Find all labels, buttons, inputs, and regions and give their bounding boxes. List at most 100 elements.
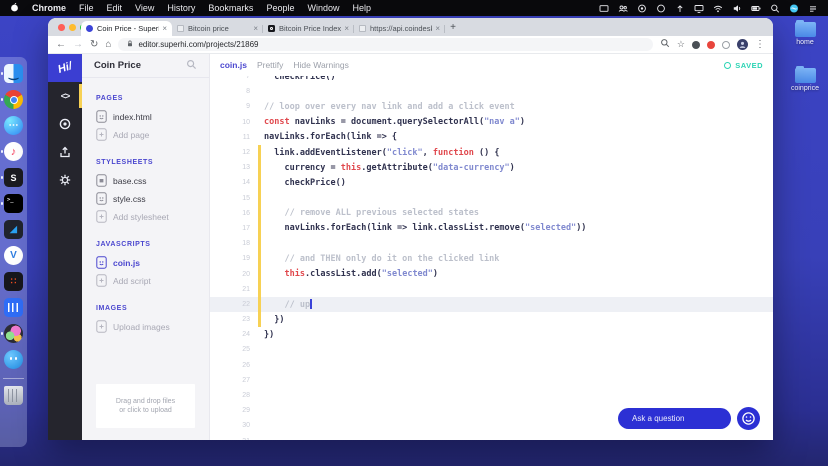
search-icon[interactable] bbox=[186, 57, 197, 75]
extension-icon[interactable] bbox=[692, 41, 700, 49]
sidebar-item-coin-js[interactable]: coin.js bbox=[96, 254, 209, 272]
code-line-14[interactable]: 14 checkPrice() bbox=[210, 175, 773, 190]
sketch-app-icon[interactable] bbox=[4, 324, 23, 343]
close-icon[interactable]: × bbox=[344, 24, 349, 33]
browser-menu-icon[interactable]: ⋮ bbox=[755, 40, 765, 50]
code-line-31[interactable]: 31 bbox=[210, 434, 773, 441]
slack-icon[interactable]: S bbox=[4, 168, 23, 187]
menu-item-edit[interactable]: Edit bbox=[107, 3, 123, 13]
finder-icon[interactable]: ‿ bbox=[4, 64, 23, 83]
screen-mirror-icon[interactable] bbox=[599, 3, 609, 14]
code-line-28[interactable]: 28 bbox=[210, 388, 773, 403]
menu-item-history[interactable]: History bbox=[167, 3, 195, 13]
preview-eye-icon[interactable] bbox=[48, 110, 82, 138]
close-icon[interactable]: × bbox=[253, 24, 258, 33]
new-tab-button[interactable]: + bbox=[445, 20, 461, 35]
extension-icon[interactable] bbox=[722, 41, 730, 49]
upload-dropzone[interactable]: Drag and drop files or click to upload bbox=[96, 384, 195, 428]
code-line-17[interactable]: 17 navLinks.forEach(link => link.classLi… bbox=[210, 221, 773, 236]
desktop-folder-coinprice[interactable]: coinprice bbox=[783, 68, 827, 92]
browser-tab[interactable]: Bitcoin price× bbox=[172, 21, 263, 36]
siri-icon[interactable] bbox=[789, 3, 799, 14]
apple-icon[interactable] bbox=[10, 2, 19, 14]
address-bar[interactable]: editor.superhi.com/projects/21869 bbox=[118, 38, 652, 51]
code-line-10[interactable]: 10const navLinks = document.querySelecto… bbox=[210, 115, 773, 130]
desktop-folder-home[interactable]: home bbox=[783, 22, 827, 46]
ask-question-button[interactable]: Ask a question bbox=[618, 408, 731, 429]
close-icon[interactable]: × bbox=[435, 24, 440, 33]
menu-item-file[interactable]: File bbox=[79, 3, 94, 13]
reload-button[interactable]: ↻ bbox=[90, 40, 98, 50]
record-icon[interactable] bbox=[637, 3, 647, 14]
chrome-icon[interactable] bbox=[4, 90, 23, 109]
sidebar-item-base-css[interactable]: base.css bbox=[96, 172, 209, 190]
code-line-15[interactable]: 15 bbox=[210, 191, 773, 206]
code-line-18[interactable]: 18 bbox=[210, 236, 773, 251]
back-button[interactable]: ← bbox=[56, 40, 66, 50]
code-lines[interactable]: 7 checkPrice()89// loop over every nav l… bbox=[210, 76, 773, 440]
browser-tab[interactable]: Coin Price - SuperHi× bbox=[81, 21, 172, 36]
menu-item-help[interactable]: Help bbox=[352, 3, 371, 13]
code-view-icon[interactable]: <> bbox=[48, 82, 82, 110]
code-line-25[interactable]: 25 bbox=[210, 342, 773, 357]
terminal-icon[interactable]: >_ bbox=[4, 194, 23, 213]
chat-smiley-button[interactable] bbox=[737, 407, 760, 430]
contacts-icon[interactable] bbox=[618, 3, 628, 14]
sidebar-item-add-stylesheet[interactable]: Add stylesheet bbox=[96, 208, 209, 226]
figma-icon[interactable]: ∷ bbox=[4, 272, 23, 291]
menu-item-people[interactable]: People bbox=[266, 3, 294, 13]
code-line-21[interactable]: 21 bbox=[210, 282, 773, 297]
circle-icon[interactable] bbox=[656, 3, 666, 14]
upload-icon[interactable] bbox=[675, 3, 685, 14]
code-line-24[interactable]: 24}) bbox=[210, 327, 773, 342]
code-line-27[interactable]: 27 bbox=[210, 373, 773, 388]
code-line-8[interactable]: 8 bbox=[210, 84, 773, 99]
prettify-button[interactable]: Prettify bbox=[257, 60, 283, 70]
trash-icon[interactable] bbox=[4, 386, 23, 405]
browser-tab[interactable]: Bitcoin Price Index API - Coi× bbox=[263, 21, 354, 36]
mail-app-icon[interactable]: V bbox=[4, 246, 23, 265]
code-line-13[interactable]: 13 currency = this.getAttribute("data-cu… bbox=[210, 160, 773, 175]
sidebar-item-index-html[interactable]: index.html bbox=[96, 108, 209, 126]
share-upload-icon[interactable] bbox=[48, 138, 82, 166]
close-window-button[interactable] bbox=[58, 24, 65, 31]
spotlight-icon[interactable] bbox=[770, 3, 780, 14]
menu-item-chrome[interactable]: Chrome bbox=[32, 3, 66, 13]
code-line-9[interactable]: 9// loop over every nav link and add a c… bbox=[210, 99, 773, 114]
browser-tab[interactable]: https://api.coindesk.com/v1/b× bbox=[354, 21, 445, 36]
bookmark-star-icon[interactable]: ☆ bbox=[677, 40, 685, 49]
sidebar-item-add-script[interactable]: Add script bbox=[96, 272, 209, 290]
messages-icon[interactable]: ⋯ bbox=[4, 116, 23, 135]
sidebar-item-upload-images[interactable]: Upload images bbox=[96, 318, 209, 336]
twitter-icon[interactable] bbox=[4, 350, 23, 369]
extension-icon[interactable] bbox=[707, 41, 715, 49]
code-line-22[interactable]: 22 // up bbox=[210, 297, 773, 312]
zoom-page-icon[interactable] bbox=[660, 38, 670, 51]
profile-avatar[interactable] bbox=[737, 39, 748, 50]
sidebar-item-style-css[interactable]: style.css bbox=[96, 190, 209, 208]
code-line-26[interactable]: 26 bbox=[210, 358, 773, 373]
music-icon[interactable]: ♪ bbox=[4, 142, 23, 161]
display-icon[interactable] bbox=[694, 3, 704, 14]
menu-item-window[interactable]: Window bbox=[307, 3, 339, 13]
code-line-16[interactable]: 16 // remove ALL previous selected state… bbox=[210, 206, 773, 221]
forward-button[interactable]: → bbox=[73, 40, 83, 50]
menu-item-bookmarks[interactable]: Bookmarks bbox=[208, 3, 253, 13]
code-line-19[interactable]: 19 // and THEN only do it on the clicked… bbox=[210, 251, 773, 266]
home-button[interactable]: ⌂ bbox=[105, 40, 111, 50]
menu-item-view[interactable]: View bbox=[135, 3, 154, 13]
intercom-icon[interactable] bbox=[4, 298, 23, 317]
code-line-23[interactable]: 23 }) bbox=[210, 312, 773, 327]
volume-icon[interactable] bbox=[732, 3, 742, 14]
hide-warnings-button[interactable]: Hide Warnings bbox=[293, 60, 348, 70]
code-app-icon[interactable]: ◢ bbox=[4, 220, 23, 239]
code-line-11[interactable]: 11navLinks.forEach(link => { bbox=[210, 130, 773, 145]
notification-list-icon[interactable] bbox=[808, 3, 818, 14]
close-icon[interactable]: × bbox=[162, 24, 167, 33]
superhi-logo[interactable]: Hi/ bbox=[48, 54, 82, 82]
battery-icon[interactable] bbox=[751, 3, 761, 14]
code-line-12[interactable]: 12 link.addEventListener("click", functi… bbox=[210, 145, 773, 160]
sidebar-item-add-page[interactable]: Add page bbox=[96, 126, 209, 144]
code-line-7[interactable]: 7 checkPrice() bbox=[210, 76, 773, 84]
wifi-icon[interactable] bbox=[713, 3, 723, 14]
